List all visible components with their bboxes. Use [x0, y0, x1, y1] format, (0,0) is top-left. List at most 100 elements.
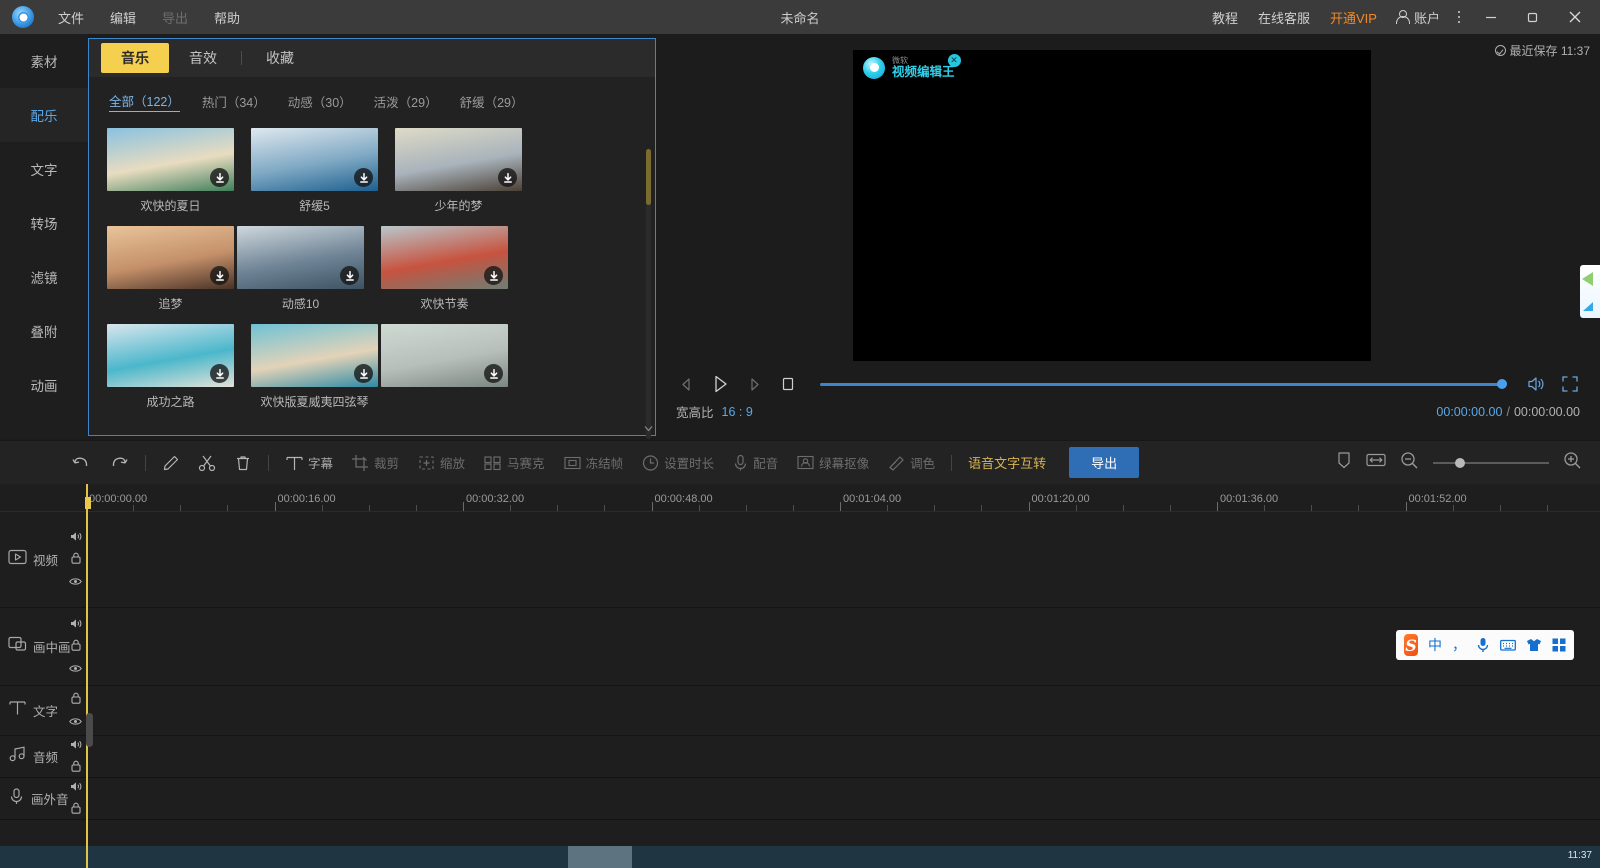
filter-dynamic[interactable]: 动感（30） [288, 92, 352, 111]
ime-skin-icon[interactable] [1526, 638, 1542, 652]
play-icon[interactable] [710, 374, 730, 394]
zoom-in-icon[interactable] [1563, 451, 1582, 475]
close-icon[interactable] [1554, 0, 1596, 34]
fullscreen-icon[interactable] [1560, 374, 1580, 394]
next-frame-icon[interactable] [744, 374, 764, 394]
track-header[interactable]: 画外音 [0, 778, 86, 819]
music-thumbnail[interactable] [107, 226, 234, 289]
music-card[interactable]: 动感10 [237, 226, 367, 312]
volume-icon[interactable] [70, 616, 82, 634]
download-icon[interactable] [210, 168, 229, 187]
music-thumbnail[interactable] [395, 128, 522, 191]
menu-edit[interactable]: 编辑 [100, 4, 146, 31]
watermark-close-icon[interactable]: ✕ [948, 54, 961, 67]
sidebar-item-material[interactable]: 素材 [0, 34, 88, 88]
playhead[interactable] [86, 484, 88, 868]
timeline-zoom-slider[interactable] [1433, 462, 1549, 464]
seek-knob[interactable] [1497, 379, 1507, 389]
filter-lively[interactable]: 活泼（29） [374, 92, 438, 111]
sidebar-item-filter[interactable]: 滤镜 [0, 250, 88, 304]
freeze-frame-button[interactable]: 冻结帧 [554, 441, 633, 485]
track-lane[interactable] [86, 686, 1600, 735]
music-thumbnail[interactable] [107, 128, 234, 191]
set-duration-button[interactable]: 设置时长 [632, 441, 723, 485]
speech-text-convert-button[interactable]: 语音文字互转 [959, 441, 1055, 485]
sidebar-item-transition[interactable]: 转场 [0, 196, 88, 250]
track-header[interactable]: 音频 [0, 736, 86, 777]
ime-toolbox-icon[interactable] [1552, 638, 1566, 652]
sidebar-flyout-icon[interactable] [1580, 265, 1600, 318]
track-panel-drag-handle[interactable] [86, 713, 93, 747]
aspect-ratio-value[interactable]: 16 : 9 [722, 405, 753, 419]
lock-icon[interactable] [71, 759, 81, 777]
music-card[interactable]: 少年的梦 [395, 128, 525, 214]
video-canvas[interactable]: 微软 视频编辑王 ✕ [853, 50, 1371, 361]
music-card[interactable] [381, 324, 511, 410]
music-thumbnail[interactable] [251, 324, 378, 387]
lock-icon[interactable] [71, 638, 81, 656]
menu-file[interactable]: 文件 [48, 4, 94, 31]
ime-mode-chinese[interactable]: 中 [1428, 635, 1442, 655]
lock-icon[interactable] [71, 691, 81, 709]
marker-icon[interactable] [1336, 451, 1352, 474]
download-icon[interactable] [498, 168, 517, 187]
tab-favorites[interactable]: 收藏 [246, 43, 314, 73]
volume-icon[interactable] [70, 529, 82, 547]
redo-button[interactable] [100, 441, 138, 485]
eye-icon[interactable] [69, 713, 82, 731]
sidebar-item-text[interactable]: 文字 [0, 142, 88, 196]
music-thumbnail[interactable] [251, 128, 378, 191]
track-lane[interactable] [86, 608, 1600, 685]
music-thumbnail[interactable] [237, 226, 364, 289]
timeline-ruler[interactable]: 00:00:00.0000:00:16.0000:00:32.0000:00:4… [0, 484, 1600, 512]
scroll-down-arrow-icon[interactable] [644, 424, 653, 433]
maximize-icon[interactable] [1512, 0, 1554, 34]
timeline-track[interactable]: 视频 [0, 512, 1600, 608]
mosaic-button[interactable]: 马赛克 [474, 441, 554, 485]
music-card[interactable]: 欢快的夏日 [107, 128, 237, 214]
taskbar-active-window[interactable] [568, 846, 632, 868]
stop-icon[interactable] [778, 374, 798, 394]
volume-icon[interactable] [70, 779, 82, 797]
volume-icon[interactable] [70, 737, 82, 755]
sidebar-item-overlay[interactable]: 叠附 [0, 304, 88, 358]
tutorial-link[interactable]: 教程 [1202, 4, 1248, 31]
sidebar-item-animation[interactable]: 动画 [0, 358, 88, 412]
minimize-icon[interactable] [1470, 0, 1512, 34]
tab-sound-effects[interactable]: 音效 [169, 43, 237, 73]
undo-button[interactable] [62, 441, 100, 485]
download-icon[interactable] [210, 266, 229, 285]
delete-button[interactable] [225, 441, 261, 485]
split-button[interactable] [189, 441, 225, 485]
download-icon[interactable] [354, 168, 373, 187]
download-icon[interactable] [484, 364, 503, 383]
subtitle-button[interactable]: 字幕 [276, 441, 342, 485]
eye-icon[interactable] [69, 660, 82, 678]
sidebar-item-music[interactable]: 配乐 [0, 88, 88, 142]
edit-button[interactable] [153, 441, 189, 485]
menu-help[interactable]: 帮助 [204, 4, 250, 31]
track-lane[interactable] [86, 778, 1600, 819]
track-header[interactable]: 文字 [0, 686, 86, 735]
download-icon[interactable] [210, 364, 229, 383]
timeline-track[interactable]: 画外音 [0, 778, 1600, 820]
filter-soothing[interactable]: 舒缓（29） [460, 92, 524, 111]
ime-voice-icon[interactable] [1476, 637, 1490, 653]
filter-hot[interactable]: 热门（34） [202, 92, 266, 111]
track-lane[interactable] [86, 736, 1600, 777]
account-button[interactable]: 账户 [1387, 4, 1448, 31]
music-thumbnail[interactable] [381, 226, 508, 289]
activate-vip-link[interactable]: 开通VIP [1320, 4, 1387, 31]
crop-button[interactable]: 裁剪 [342, 441, 408, 485]
scale-button[interactable]: 缩放 [408, 441, 474, 485]
panel-scrollbar[interactable] [646, 149, 651, 439]
download-icon[interactable] [354, 364, 373, 383]
menu-export[interactable]: 导出 [152, 4, 198, 31]
track-header[interactable]: 画中画 [0, 608, 86, 685]
kebab-menu-icon[interactable] [1448, 7, 1470, 28]
fit-width-icon[interactable] [1366, 452, 1386, 473]
color-grade-button[interactable]: 调色 [878, 441, 944, 485]
prev-frame-icon[interactable] [676, 374, 696, 394]
timeline-track[interactable]: 文字 [0, 686, 1600, 736]
zoom-out-icon[interactable] [1400, 451, 1419, 475]
